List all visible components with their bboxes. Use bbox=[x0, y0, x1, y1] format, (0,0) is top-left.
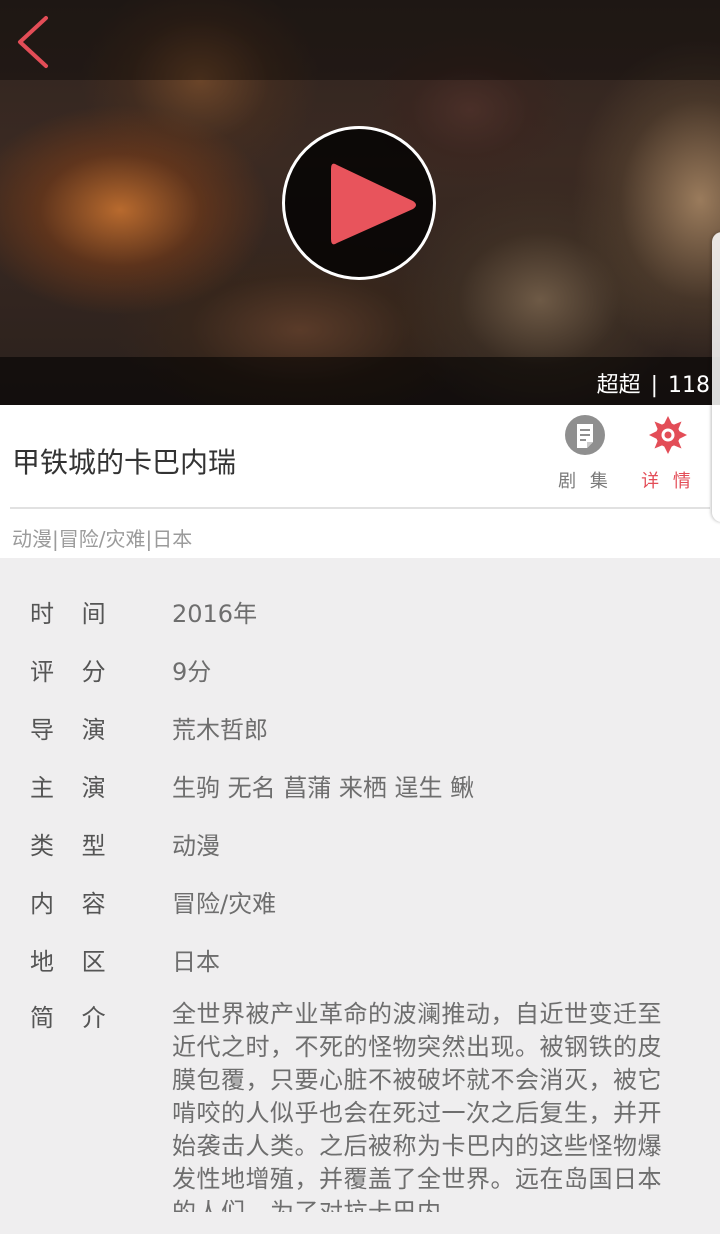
divider bbox=[10, 507, 710, 509]
synopsis-text: 全世界被产业革命的波澜推动，自近世变迁至近代之时，不死的怪物突然出现。被钢铁的皮… bbox=[172, 1000, 662, 1212]
chevron-left-icon bbox=[18, 16, 48, 68]
detail-row-cast: 主 演 生驹 无名 菖蒲 来栖 逞生 鳅 bbox=[0, 768, 720, 826]
detail-value: 荒木哲郎 bbox=[172, 716, 268, 744]
detail-row-synopsis: 简 介 全世界被产业革命的波澜推动，自近世变迁至近代之时，不死的怪物突然出现。被… bbox=[0, 998, 720, 1212]
detail-label: 地 区 bbox=[30, 948, 116, 976]
detail-label: 类 型 bbox=[30, 832, 116, 860]
detail-value: 冒险/灾难 bbox=[172, 890, 277, 918]
detail-label: 内 容 bbox=[30, 890, 116, 918]
video-count: 118 bbox=[668, 373, 710, 398]
detail-row-rating: 评 分 9分 bbox=[0, 652, 720, 710]
detail-value: 日本 bbox=[172, 948, 220, 976]
detail-value: 动漫 bbox=[172, 832, 220, 860]
detail-label: 主 演 bbox=[30, 774, 116, 802]
list-icon bbox=[565, 415, 605, 455]
detail-row-director: 导 演 荒木哲郎 bbox=[0, 710, 720, 768]
detail-value: 生驹 无名 菖蒲 来栖 逞生 鳅 bbox=[172, 774, 475, 802]
tab-episodes[interactable]: 剧 集 bbox=[550, 415, 620, 499]
detail-list: 时 间 2016年 评 分 9分 导 演 荒木哲郎 主 演 生驹 无名 菖蒲 来… bbox=[0, 558, 720, 1234]
detail-row-time: 时 间 2016年 bbox=[0, 594, 720, 652]
play-button[interactable] bbox=[282, 126, 436, 280]
video-source-label: 超超 bbox=[596, 373, 641, 398]
show-title: 甲铁城的卡巴内瑞 bbox=[12, 446, 237, 479]
detail-value: 9分 bbox=[172, 658, 212, 686]
detail-row-content: 内 容 冒险/灾难 bbox=[0, 884, 720, 942]
detail-page: 超超 | 118 甲铁城的卡巴内瑞 剧 集 详 情 动漫|冒险/灾难|日本 时 … bbox=[0, 0, 720, 1234]
tab-details-label: 详 情 bbox=[641, 471, 695, 492]
play-icon bbox=[331, 163, 416, 245]
video-source-info: 超超 | 118 bbox=[597, 367, 710, 399]
separator: | bbox=[650, 373, 658, 398]
genre-tags: 动漫|冒险/灾难|日本 bbox=[12, 527, 193, 551]
video-player[interactable]: 超超 | 118 bbox=[0, 0, 720, 405]
detail-label: 评 分 bbox=[30, 658, 116, 686]
video-top-bar bbox=[0, 0, 720, 80]
video-info-bar: 超超 | 118 bbox=[0, 357, 720, 405]
tab-details[interactable]: 详 情 bbox=[633, 415, 703, 499]
detail-row-type: 类 型 动漫 bbox=[0, 826, 720, 884]
detail-value: 2016年 bbox=[172, 600, 258, 628]
title-section: 甲铁城的卡巴内瑞 剧 集 详 情 动漫|冒险/灾难|日本 bbox=[0, 405, 720, 558]
detail-row-region: 地 区 日本 bbox=[0, 942, 720, 1000]
detail-label: 导 演 bbox=[30, 716, 116, 744]
back-button[interactable] bbox=[8, 10, 68, 70]
gear-icon bbox=[648, 415, 688, 455]
detail-label: 时 间 bbox=[30, 600, 116, 628]
synopsis-label: 简 介 bbox=[30, 1004, 116, 1032]
tab-episodes-label: 剧 集 bbox=[558, 471, 612, 492]
screen-edge bbox=[712, 232, 720, 522]
